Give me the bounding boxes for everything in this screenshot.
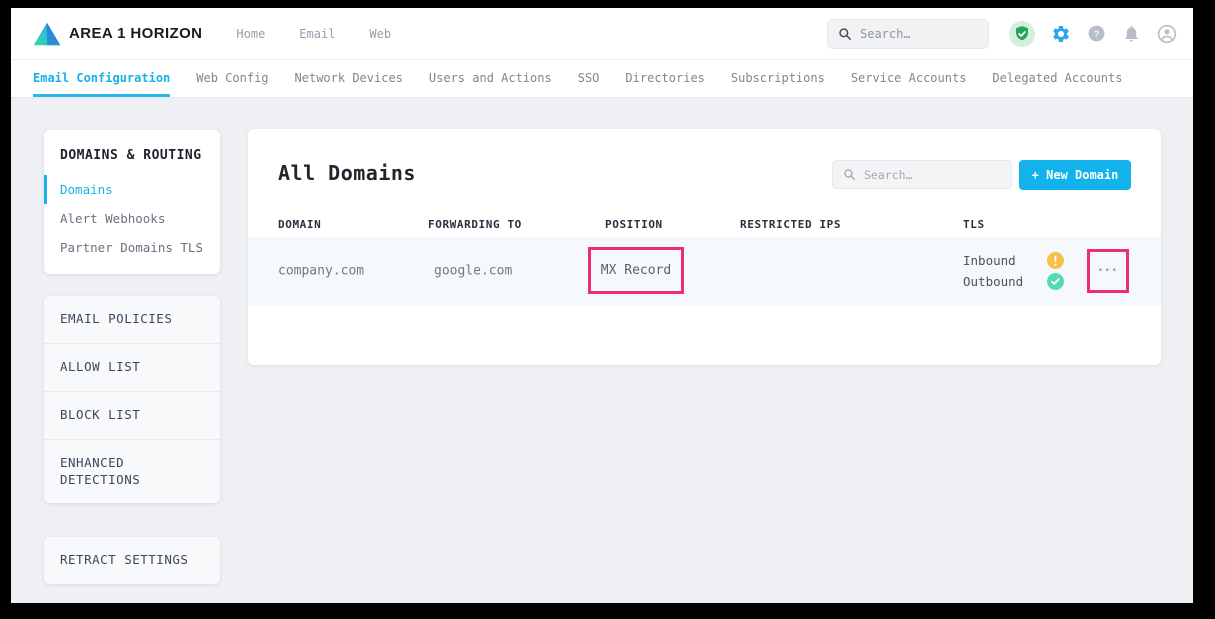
cell-domain: company.com <box>278 264 364 279</box>
check-icon <box>1047 273 1064 290</box>
column-header-restricted-ips: RESTRICTED IPS <box>740 218 841 231</box>
nav-link-email[interactable]: Email <box>299 27 335 41</box>
tab-email-configuration[interactable]: Email Configuration <box>33 60 170 97</box>
tab-sso[interactable]: SSO <box>578 60 600 97</box>
sidebar-item-allow-list[interactable]: ALLOW LIST <box>44 344 220 392</box>
row-menu-highlight-box: ••• <box>1087 249 1129 293</box>
tab-network-devices[interactable]: Network Devices <box>295 60 403 97</box>
global-search[interactable] <box>827 19 989 49</box>
tab-directories[interactable]: Directories <box>625 60 704 97</box>
tls-outbound-label: Outbound <box>963 274 1047 289</box>
search-icon <box>843 168 856 181</box>
cell-tls: Inbound Outbound <box>963 252 1064 290</box>
new-domain-button[interactable]: + New Domain <box>1019 160 1131 190</box>
tab-users-and-actions[interactable]: Users and Actions <box>429 60 552 97</box>
brand-name: AREA 1 HORIZON <box>69 25 202 42</box>
brand-logo[interactable]: AREA 1 HORIZON <box>33 22 202 46</box>
sidebar-item-domains[interactable]: Domains <box>44 175 220 204</box>
bell-icon[interactable] <box>1122 24 1141 43</box>
sidebar-item-alert-webhooks[interactable]: Alert Webhooks <box>44 204 220 233</box>
sidebar-group-title: DOMAINS & ROUTING <box>44 130 220 175</box>
global-search-input[interactable] <box>860 27 978 41</box>
column-header-domain: DOMAIN <box>278 218 321 231</box>
domains-search-input[interactable] <box>864 168 1001 182</box>
tab-delegated-accounts[interactable]: Delegated Accounts <box>992 60 1122 97</box>
top-nav: Home Email Web <box>236 27 391 41</box>
sidebar-item-enhanced-detections[interactable]: ENHANCED DETECTIONS <box>44 440 220 504</box>
tls-outbound: Outbound <box>963 273 1064 290</box>
page-title: All Domains <box>278 161 416 185</box>
search-icon <box>838 27 852 41</box>
domains-search[interactable] <box>832 160 1012 189</box>
nav-link-home[interactable]: Home <box>236 27 265 41</box>
tab-web-config[interactable]: Web Config <box>196 60 268 97</box>
domains-table-header: DOMAIN FORWARDING TO POSITION RESTRICTED… <box>248 218 1161 238</box>
cell-position: MX Record <box>601 263 671 278</box>
cell-forwarding-to: google.com <box>434 264 512 279</box>
svg-text:?: ? <box>1094 29 1100 40</box>
sidebar-retract-card: RETRACT SETTINGS <box>44 537 220 584</box>
all-domains-panel: All Domains + New Domain DOMAIN FORWARDI… <box>248 129 1161 365</box>
tab-subscriptions[interactable]: Subscriptions <box>731 60 825 97</box>
gear-icon[interactable] <box>1051 24 1071 44</box>
tls-inbound: Inbound <box>963 252 1064 269</box>
sidebar-item-partner-domains-tls[interactable]: Partner Domains TLS <box>44 233 220 262</box>
sidebar-sections-card: EMAIL POLICIES ALLOW LIST BLOCK LIST ENH… <box>44 296 220 503</box>
sidebar-domains-routing-card: DOMAINS & ROUTING Domains Alert Webhooks… <box>44 130 220 274</box>
area1-triangle-logo-icon <box>33 22 61 46</box>
column-header-forwarding-to: FORWARDING TO <box>428 218 522 231</box>
tls-inbound-label: Inbound <box>963 253 1047 268</box>
ellipsis-menu-button[interactable]: ••• <box>1098 267 1119 276</box>
sidebar-item-email-policies[interactable]: EMAIL POLICIES <box>44 296 220 344</box>
position-highlight-box: MX Record <box>588 247 684 294</box>
top-header: AREA 1 HORIZON Home Email Web <box>11 8 1193 60</box>
table-row: company.com google.com MX Record Inbound <box>248 237 1161 305</box>
help-icon[interactable]: ? <box>1087 24 1106 43</box>
header-icons: ? <box>1009 21 1177 47</box>
warning-icon <box>1047 252 1064 269</box>
sidebar-item-retract-settings[interactable]: RETRACT SETTINGS <box>44 537 220 584</box>
shield-check-icon[interactable] <box>1009 21 1035 47</box>
content-area: DOMAINS & ROUTING Domains Alert Webhooks… <box>11 98 1193 603</box>
app-window: AREA 1 HORIZON Home Email Web <box>11 8 1193 603</box>
config-tabs: Email Configuration Web Config Network D… <box>11 60 1193 98</box>
user-icon[interactable] <box>1157 24 1177 44</box>
nav-link-web[interactable]: Web <box>369 27 391 41</box>
sidebar-item-block-list[interactable]: BLOCK LIST <box>44 392 220 440</box>
column-header-position: POSITION <box>605 218 663 231</box>
tab-service-accounts[interactable]: Service Accounts <box>851 60 967 97</box>
column-header-tls: TLS <box>963 218 985 231</box>
